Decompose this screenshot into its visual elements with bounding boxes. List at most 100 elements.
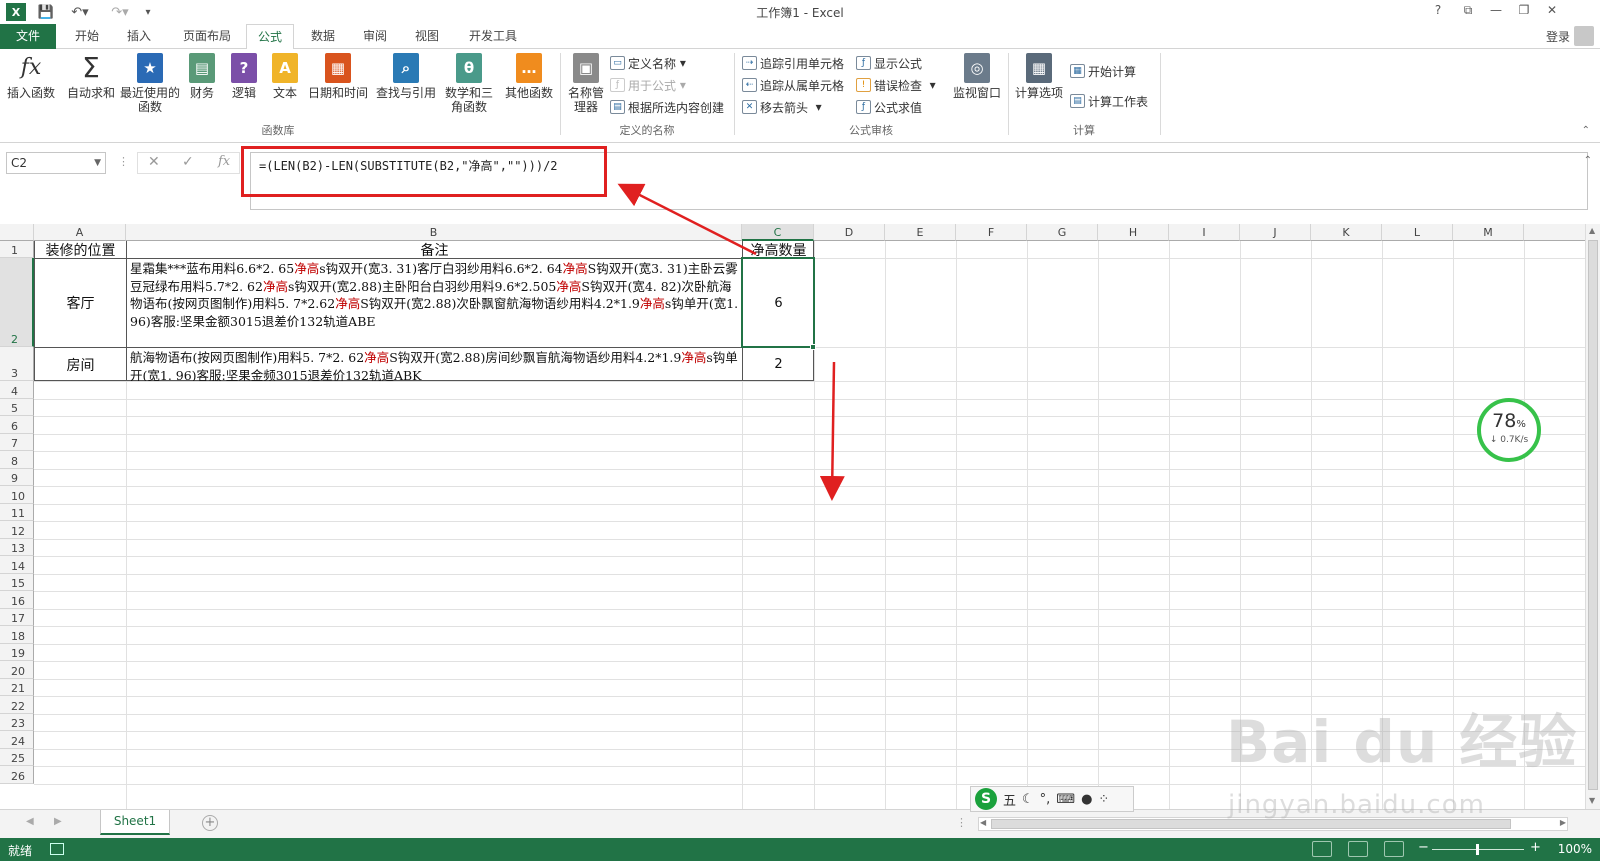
insert-function-icon[interactable]: fx	[218, 154, 230, 169]
new-sheet-button[interactable]: +	[202, 815, 218, 831]
name-box-dropdown-icon[interactable]: ▼	[94, 153, 101, 173]
create-from-selection-button[interactable]: ▤ 根据所选内容创建	[610, 97, 724, 117]
close-button[interactable]: ✕	[1542, 3, 1562, 21]
calculation-options-button[interactable]: ▦ 计算选项	[1012, 53, 1066, 100]
trace-dependents-button[interactable]: ⇠ 追踪从属单元格	[742, 75, 844, 95]
row-header[interactable]: 15	[0, 573, 34, 591]
normal-view-icon[interactable]	[1312, 841, 1332, 857]
ime-toolbar[interactable]: S 五 ☾ °, ⌨ ● ⁘	[970, 786, 1134, 812]
define-name-button[interactable]: ▭ 定义名称 ▾	[610, 53, 686, 73]
tab-split-grip-icon[interactable]: ⋮	[956, 816, 967, 829]
zoom-level[interactable]: 100%	[1558, 842, 1592, 856]
remove-arrows-button[interactable]: ✕ 移去箭头 ▾	[742, 97, 822, 117]
row-header[interactable]: 13	[0, 538, 34, 556]
logical-button[interactable]: ? 逻辑	[226, 53, 262, 100]
row-header[interactable]: 10	[0, 486, 34, 504]
apps-icon[interactable]: ⁘	[1098, 792, 1109, 807]
prev-sheet-icon[interactable]: ◀	[26, 816, 34, 827]
scroll-down-icon[interactable]: ▼	[1589, 796, 1595, 805]
col-header-l[interactable]: L	[1382, 224, 1453, 241]
sign-in-link[interactable]: 登录	[1546, 28, 1570, 45]
tab-page-layout[interactable]: 页面布局	[172, 24, 242, 49]
select-all-corner[interactable]	[0, 224, 34, 241]
row-header[interactable]: 17	[0, 608, 34, 626]
horizontal-scroll-thumb[interactable]	[991, 819, 1511, 829]
name-manager-button[interactable]: ▣ 名称管理器	[566, 53, 606, 114]
user-icon[interactable]: ●	[1081, 792, 1092, 807]
row-header[interactable]: 12	[0, 521, 34, 539]
col-header-a[interactable]: A	[34, 224, 126, 241]
page-break-view-icon[interactable]	[1384, 841, 1404, 857]
page-layout-view-icon[interactable]	[1348, 841, 1368, 857]
keyboard-icon[interactable]: ⌨	[1056, 792, 1075, 807]
minimize-button[interactable]: —	[1486, 3, 1506, 21]
tab-insert[interactable]: 插入	[118, 24, 160, 49]
row-header[interactable]: 7	[0, 433, 34, 451]
tab-data[interactable]: 数据	[302, 24, 344, 49]
use-in-formula-button[interactable]: ƒ 用于公式 ▾	[610, 75, 686, 95]
cell-c3[interactable]: 2	[743, 348, 814, 381]
tab-formulas[interactable]: 公式	[246, 24, 294, 50]
row-header[interactable]: 8	[0, 451, 34, 469]
zoom-out-icon[interactable]: −	[1418, 840, 1429, 855]
recently-used-button[interactable]: ★ 最近使用的函数	[118, 53, 182, 114]
tab-developer[interactable]: 开发工具	[458, 24, 528, 49]
cell-b1[interactable]: 备注	[127, 241, 742, 259]
ribbon-display-options-button[interactable]: ⧉	[1458, 3, 1478, 21]
row-header[interactable]: 24	[0, 731, 34, 749]
error-checking-button[interactable]: ! 错误检查 ▾	[856, 75, 936, 95]
financial-button[interactable]: ▤ 财务	[184, 53, 220, 100]
row-header[interactable]: 26	[0, 766, 34, 784]
row-header[interactable]: 18	[0, 626, 34, 644]
macro-record-icon[interactable]	[50, 843, 64, 855]
row-header[interactable]: 23	[0, 713, 34, 731]
enter-icon[interactable]: ✓	[182, 154, 194, 170]
tab-review[interactable]: 审阅	[354, 24, 396, 49]
text-button[interactable]: A 文本	[268, 53, 302, 100]
lookup-reference-button[interactable]: ⌕ 查找与引用	[374, 53, 438, 100]
scroll-up-icon[interactable]: ▲	[1589, 226, 1595, 235]
punctuation-icon[interactable]: °,	[1040, 792, 1051, 807]
calculate-now-button[interactable]: ▦ 开始计算	[1070, 61, 1136, 81]
row-header[interactable]: 16	[0, 591, 34, 609]
col-header-d[interactable]: D	[814, 224, 885, 241]
col-header-e[interactable]: E	[885, 224, 956, 241]
scroll-left-icon[interactable]: ◀	[980, 818, 986, 827]
name-box[interactable]: C2 ▼	[6, 152, 106, 174]
ime-mode[interactable]: 五	[1003, 790, 1016, 809]
col-header-m[interactable]: M	[1453, 224, 1524, 241]
col-header-i[interactable]: I	[1169, 224, 1240, 241]
watch-window-button[interactable]: ◎ 监视窗口	[950, 53, 1004, 100]
cancel-icon[interactable]: ✕	[148, 154, 160, 170]
row-header[interactable]: 20	[0, 661, 34, 679]
collapse-ribbon-icon[interactable]: ⌃	[1582, 125, 1590, 136]
col-header-j[interactable]: J	[1240, 224, 1311, 241]
row-header[interactable]: 9	[0, 468, 34, 486]
row-header[interactable]: 1	[0, 241, 34, 258]
autosum-button[interactable]: Σ 自动求和	[64, 53, 118, 101]
avatar[interactable]	[1574, 26, 1594, 46]
tab-view[interactable]: 视图	[406, 24, 448, 49]
col-header-c[interactable]: C	[742, 224, 814, 241]
restore-button[interactable]: ❐	[1514, 3, 1534, 21]
network-speed-widget[interactable]: 78% ↓ 0.7K/s	[1477, 398, 1541, 462]
row-header[interactable]: 6	[0, 416, 34, 434]
row-header[interactable]: 25	[0, 748, 34, 766]
calculate-sheet-button[interactable]: ▤ 计算工作表	[1070, 91, 1148, 111]
next-sheet-icon[interactable]: ▶	[54, 816, 62, 827]
row-header[interactable]: 19	[0, 643, 34, 661]
tab-home[interactable]: 开始	[66, 24, 108, 49]
vertical-scrollbar[interactable]: ▲ ▼	[1585, 224, 1600, 809]
moon-icon[interactable]: ☾	[1022, 792, 1034, 807]
row-header[interactable]: 4	[0, 381, 34, 399]
cell-b3[interactable]: 航海物语布(按网页图制作)用料5. 7*2. 62净高S钩双开(宽2.88)房间…	[127, 348, 742, 381]
cell-c1[interactable]: 净高数量	[743, 241, 814, 259]
cell-a2[interactable]: 客厅	[35, 259, 126, 347]
zoom-slider-thumb[interactable]	[1476, 844, 1479, 855]
row-header[interactable]: 21	[0, 678, 34, 696]
help-button[interactable]: ?	[1428, 3, 1448, 21]
show-formulas-button[interactable]: ƒ 显示公式	[856, 53, 922, 73]
col-header-k[interactable]: K	[1311, 224, 1382, 241]
insert-function-button[interactable]: fx 插入函数	[4, 53, 58, 101]
fill-handle[interactable]	[810, 344, 816, 350]
